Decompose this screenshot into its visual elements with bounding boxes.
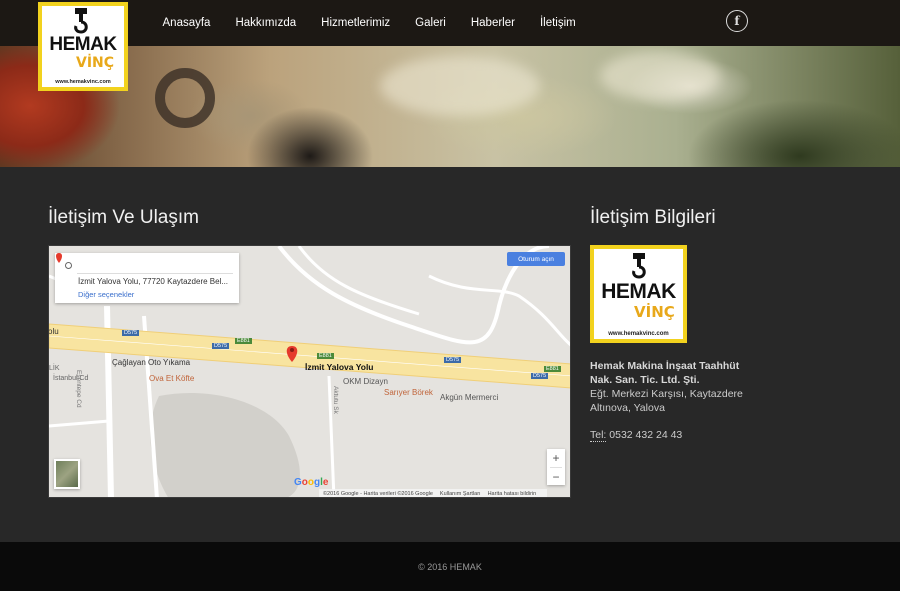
road-badge: E881 — [235, 338, 252, 344]
road-badge: D575 — [212, 343, 230, 349]
logo-sub: VİNÇ — [76, 55, 115, 71]
pin-center — [290, 348, 294, 352]
directions-card: İzmit Yalova Yolu, 77720 Kaytazdere Bel.… — [55, 253, 239, 303]
zoom-out-button[interactable]: − — [547, 468, 565, 486]
street-label: Esentepe Cd — [75, 370, 82, 408]
phone-info: Tel: 0532 432 24 43 — [590, 429, 682, 442]
destination-pin-icon — [56, 253, 62, 263]
more-options-link[interactable]: Diğer seçenekler — [78, 290, 134, 299]
hero-texture — [380, 56, 540, 116]
google-map[interactable]: İzmit Yalova Yolu, 77720 Kaytazdere Bel.… — [48, 245, 571, 498]
page-title: İletişim Ve Ulaşım — [48, 207, 199, 228]
report-error-link[interactable]: Harita hatası bildirin — [488, 491, 537, 497]
road-badge: D575 — [444, 357, 462, 363]
destination-address[interactable]: İzmit Yalova Yolu, 77720 Kaytazdere Bel.… — [78, 277, 228, 286]
company-name: Hemak Makina İnşaat Taahhüt — [590, 360, 740, 372]
place-label[interactable]: Akgün Mermerci — [440, 393, 498, 402]
nav-contact[interactable]: İletişim — [540, 17, 576, 29]
map-attribution: ©2016 Google - Harita verileri ©2016 Goo… — [319, 489, 548, 497]
terms-link[interactable]: Kullanım Şartları — [440, 491, 481, 497]
street-label: olu — [48, 327, 59, 336]
road-badge: E881 — [317, 353, 334, 359]
map-area — [150, 393, 300, 497]
phone-label: Tel: — [590, 429, 607, 442]
place-label[interactable]: OKM Dizayn — [343, 377, 388, 386]
road-badge: D575 — [531, 373, 549, 379]
crane-drum-shape — [155, 68, 215, 128]
place-label[interactable]: Çağlayan Oto Yıkama — [112, 358, 190, 367]
address-line-1: Eğt. Merkezi Karşısı, Kaytazdere — [590, 388, 743, 400]
street-label: İstanbul Cd — [53, 375, 89, 382]
phone-number[interactable]: 0532 432 24 43 — [609, 429, 682, 441]
origin-dot-icon — [65, 262, 72, 269]
facebook-icon[interactable]: f — [726, 10, 748, 32]
satellite-toggle[interactable] — [54, 459, 80, 489]
map-road — [297, 246, 420, 316]
zoom-controls: + − — [547, 449, 565, 485]
road-badge: E881 — [544, 366, 561, 372]
place-label[interactable]: Ova Et Köfte — [149, 374, 194, 383]
nav-gallery[interactable]: Galeri — [415, 17, 446, 29]
crane-hook-icon — [74, 8, 88, 34]
hero-texture — [600, 51, 720, 101]
map-road — [428, 274, 570, 347]
sidebar-logo: HEMAK VİNÇ www.hemakvinc.com — [590, 245, 687, 343]
nav-news[interactable]: Haberler — [471, 17, 515, 29]
map-road — [49, 419, 110, 428]
origin-input[interactable] — [77, 273, 233, 274]
logo-url: www.hemakvinc.com — [608, 331, 669, 337]
logo-brand: HEMAK — [601, 280, 676, 303]
logo-url: www.hemakvinc.com — [55, 79, 111, 85]
crane-hook-icon — [632, 253, 646, 279]
zoom-in-button[interactable]: + — [547, 449, 565, 467]
logo-sub: VİNÇ — [634, 303, 675, 321]
street-label: LİK — [49, 365, 60, 372]
sidebar-title: İletişim Bilgileri — [590, 207, 716, 228]
site-logo[interactable]: HEMAK VİNÇ www.hemakvinc.com — [38, 2, 128, 91]
site-footer: © 2016 HEMAK — [0, 542, 900, 591]
copyright: © 2016 HEMAK — [418, 561, 482, 572]
company-info: Hemak Makina İnşaat Taahhüt Nak. San. Ti… — [590, 359, 790, 415]
site-header: Anasayfa Hakkımızda Hizmetlerimiz Galeri… — [0, 0, 900, 46]
company-name-2: Nak. San. Tic. Ltd. Şti. — [590, 374, 700, 386]
signin-button[interactable]: Oturum açın — [507, 252, 565, 266]
map-data-credit: ©2016 Google - Harita verileri ©2016 Goo… — [323, 491, 433, 497]
nav-services[interactable]: Hizmetlerimiz — [321, 17, 390, 29]
nav-home[interactable]: Anasayfa — [163, 17, 211, 29]
pin-label[interactable]: İzmit Yalova Yolu — [305, 362, 374, 372]
google-logo: Google — [294, 477, 329, 488]
street-label: Aktutu Sk — [332, 386, 339, 414]
logo-panel: HEMAK VİNÇ www.hemakvinc.com — [594, 249, 683, 339]
nav-about[interactable]: Hakkımızda — [235, 17, 296, 29]
logo-brand: HEMAK — [49, 34, 117, 55]
main-nav: Anasayfa Hakkımızda Hizmetlerimiz Galeri… — [150, 0, 588, 46]
logo-panel: HEMAK VİNÇ www.hemakvinc.com — [42, 6, 124, 87]
address-line-2: Altınova, Yalova — [590, 402, 665, 414]
place-label[interactable]: Sarıyer Börek — [384, 388, 433, 397]
road-badge: D575 — [122, 330, 140, 336]
hero-banner — [0, 46, 900, 167]
